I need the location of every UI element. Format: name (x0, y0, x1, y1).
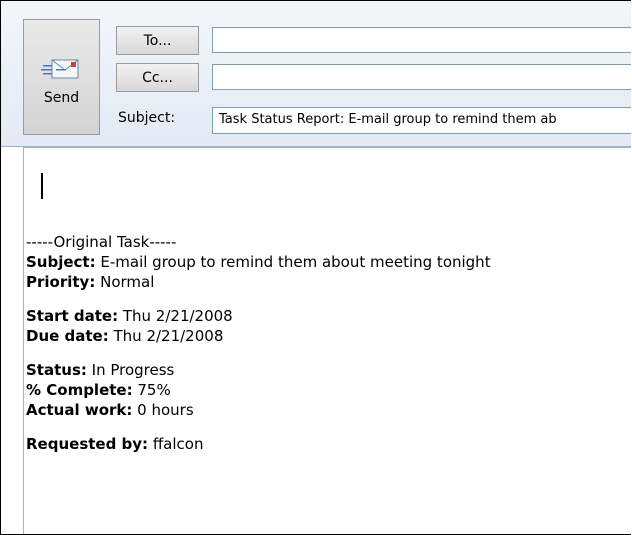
cc-button[interactable]: Cc... (116, 63, 199, 92)
compose-window: Send To... Cc... Subject: Task Status Re… (0, 0, 631, 535)
requested-by-value: ffalcon (148, 435, 204, 453)
subject-key: Subject: (26, 253, 96, 271)
to-button[interactable]: To... (116, 26, 199, 55)
start-date-line: Start date: Thu 2/21/2008 (26, 306, 491, 326)
cc-field[interactable] (212, 64, 631, 90)
percent-complete-line: % Complete: 75% (26, 380, 491, 400)
priority-line: Priority: Normal (26, 272, 491, 292)
envelope-send-icon (41, 59, 79, 79)
priority-key: Priority: (26, 273, 96, 291)
start-date-key: Start date: (26, 307, 119, 325)
percent-complete-key: % Complete: (26, 381, 133, 399)
status-key: Status: (26, 361, 87, 379)
to-field[interactable] (212, 27, 631, 53)
compose-header: Send To... Cc... Subject: Task Status Re… (1, 1, 631, 147)
subject-field[interactable]: Task Status Report: E-mail group to remi… (212, 107, 631, 134)
send-button[interactable]: Send (23, 19, 100, 135)
requested-by-line: Requested by: ffalcon (26, 434, 491, 454)
separator-line: -----Original Task----- (26, 233, 177, 251)
subject-label: Subject: (118, 110, 176, 126)
status-line: Status: In Progress (26, 360, 491, 380)
start-date-value: Thu 2/21/2008 (118, 307, 233, 325)
subject-value: E-mail group to remind them about meetin… (95, 253, 491, 271)
due-date-value: Thu 2/21/2008 (108, 327, 224, 345)
subject-line: Subject: E-mail group to remind them abo… (26, 252, 491, 272)
to-button-label: To... (143, 32, 172, 49)
actual-work-line: Actual work: 0 hours (26, 400, 491, 420)
priority-value: Normal (95, 273, 155, 291)
percent-complete-value: 75% (132, 381, 171, 399)
actual-work-value: 0 hours (132, 401, 194, 419)
send-label: Send (43, 90, 80, 106)
text-cursor (41, 173, 43, 199)
requested-by-key: Requested by: (26, 435, 149, 453)
actual-work-key: Actual work: (26, 401, 133, 419)
cc-button-label: Cc... (142, 69, 173, 86)
due-date-line: Due date: Thu 2/21/2008 (26, 326, 491, 346)
status-value: In Progress (86, 361, 175, 379)
original-task-text: -----Original Task----- Subject: E-mail … (26, 232, 491, 454)
due-date-key: Due date: (26, 327, 109, 345)
